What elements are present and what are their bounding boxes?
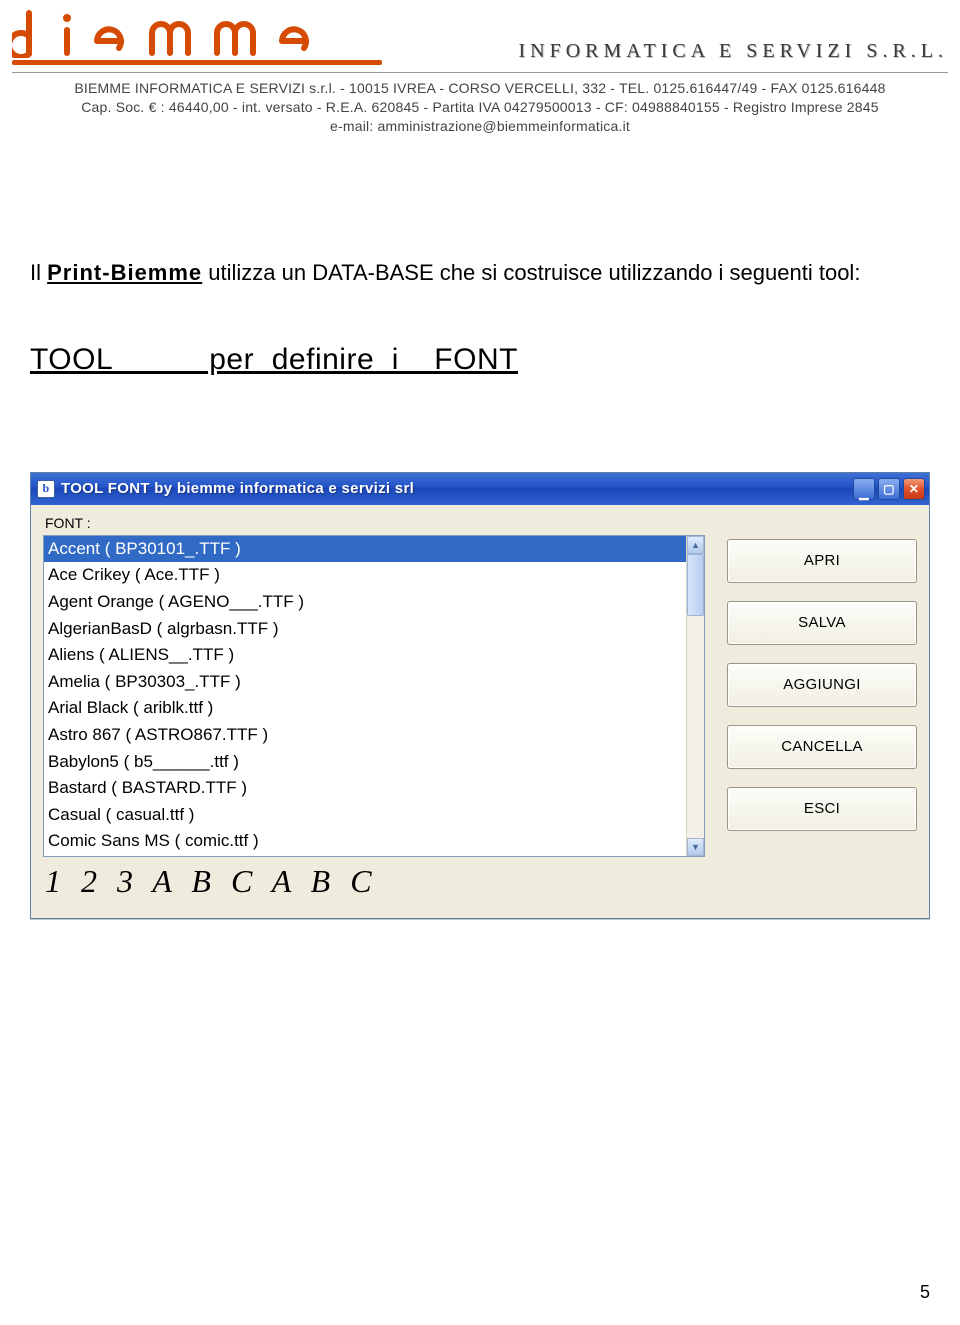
heading-tool: TOOL per definire i FONT: [30, 337, 930, 382]
header-divider: [12, 72, 948, 73]
font-list-item[interactable]: Casual ( casual.ttf ): [44, 802, 686, 829]
intro-paragraph: Il Print-Biemme utilizza un DATA-BASE ch…: [30, 256, 930, 289]
biemme-logo: [12, 8, 382, 65]
letterhead-top-row: INFORMATICA E SERVIZI S.R.L.: [10, 8, 950, 69]
apri-button[interactable]: APRI: [727, 539, 917, 583]
font-list-item[interactable]: Amelia ( BP30303_.TTF ): [44, 669, 686, 696]
scroll-track[interactable]: [687, 554, 704, 838]
font-label: FONT :: [45, 515, 917, 531]
window-controls: ▁ ▢ ✕: [853, 478, 925, 500]
cancella-button[interactable]: CANCELLA: [727, 725, 917, 769]
letterhead-line-1: BIEMME INFORMATICA E SERVIZI s.r.l. - 10…: [10, 79, 950, 98]
font-listbox[interactable]: Accent ( BP30101_.TTF )Ace Crikey ( Ace.…: [43, 535, 705, 857]
letterhead-line-2: Cap. Soc. € : 46440,00 - int. versato - …: [10, 98, 950, 117]
font-sample: 1 2 3 A B C A B C: [43, 863, 917, 900]
letterhead-line-3: e-mail: amministrazione@biemmeinformatic…: [10, 117, 950, 136]
scroll-down-button[interactable]: ▼: [687, 838, 704, 856]
font-list-item[interactable]: CooperBlack ( BP30311_.TTF ): [44, 855, 686, 856]
salva-button[interactable]: SALVA: [727, 601, 917, 645]
font-list-item[interactable]: Ace Crikey ( Ace.TTF ): [44, 562, 686, 589]
content-row: Accent ( BP30101_.TTF )Ace Crikey ( Ace.…: [43, 535, 917, 857]
page-number: 5: [920, 1282, 930, 1303]
scroll-up-button[interactable]: ▲: [687, 536, 704, 554]
font-list-item[interactable]: Arial Black ( ariblk.ttf ): [44, 695, 686, 722]
esci-button[interactable]: ESCI: [727, 787, 917, 831]
letterhead: INFORMATICA E SERVIZI S.R.L. BIEMME INFO…: [0, 0, 960, 136]
close-button[interactable]: ✕: [903, 478, 925, 500]
window-title: TOOL FONT by biemme informatica e serviz…: [61, 480, 853, 497]
font-list-item[interactable]: Babylon5 ( b5______.ttf ): [44, 749, 686, 776]
logo-glyphs: [12, 8, 382, 58]
scroll-thumb[interactable]: [687, 554, 704, 616]
letterhead-details: BIEMME INFORMATICA E SERVIZI s.r.l. - 10…: [10, 79, 950, 136]
font-list-item[interactable]: Astro 867 ( ASTRO867.TTF ): [44, 722, 686, 749]
titlebar[interactable]: b TOOL FONT by biemme informatica e serv…: [31, 473, 929, 505]
body-text: Il Print-Biemme utilizza un DATA-BASE ch…: [0, 136, 960, 382]
logo-underline: [12, 60, 382, 65]
minimize-button[interactable]: ▁: [853, 478, 875, 500]
window-body: FONT : Accent ( BP30101_.TTF )Ace Crikey…: [31, 505, 929, 918]
font-list-item[interactable]: Agent Orange ( AGENO___.TTF ): [44, 589, 686, 616]
app-icon: b: [37, 480, 55, 498]
tool-font-window: b TOOL FONT by biemme informatica e serv…: [30, 472, 930, 919]
font-list-item[interactable]: AlgerianBasD ( algrbasn.TTF ): [44, 616, 686, 643]
listbox-scrollbar[interactable]: ▲ ▼: [686, 536, 704, 856]
button-column: APRI SALVA AGGIUNGI CANCELLA ESCI: [727, 535, 917, 857]
font-list-item[interactable]: Bastard ( BASTARD.TTF ): [44, 775, 686, 802]
print-biemme-term: Print-Biemme: [47, 260, 202, 285]
aggiungi-button[interactable]: AGGIUNGI: [727, 663, 917, 707]
font-list-item[interactable]: Comic Sans MS ( comic.ttf ): [44, 828, 686, 855]
font-list-item[interactable]: Aliens ( ALIENS__.TTF ): [44, 642, 686, 669]
company-name-right: INFORMATICA E SERVIZI S.R.L.: [518, 40, 948, 65]
font-list-item[interactable]: Accent ( BP30101_.TTF ): [44, 536, 686, 563]
maximize-button[interactable]: ▢: [878, 478, 900, 500]
